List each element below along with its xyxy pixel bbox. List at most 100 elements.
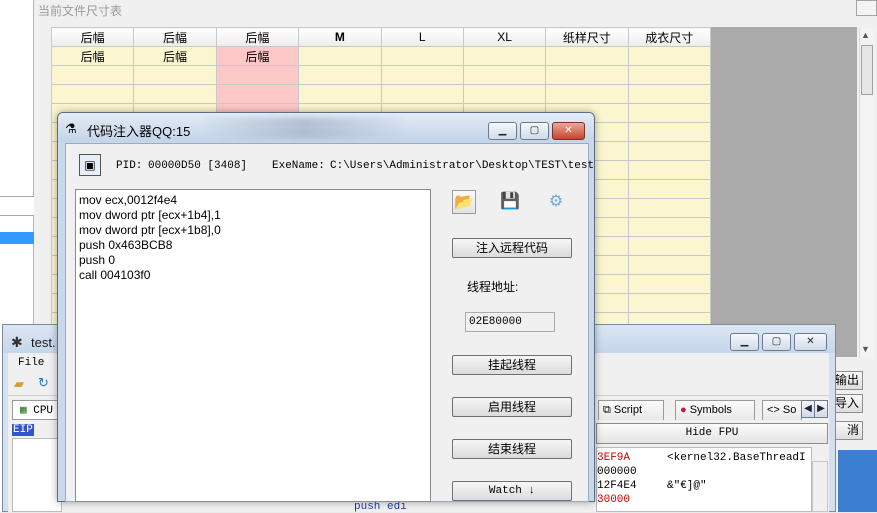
injector-maximize-button[interactable]: ▢ (520, 122, 549, 140)
assembly-code-editor[interactable]: mov ecx,0012f4e4 mov dword ptr [ecx+1b4]… (75, 189, 431, 502)
pid-value: 00000D50 [3408] (148, 160, 248, 172)
grid-empty-area (711, 27, 857, 357)
grid-cell[interactable] (133, 84, 217, 104)
cpu-icon: ▦ (20, 405, 27, 417)
grid-cell[interactable] (215, 84, 300, 104)
grid-cell[interactable] (545, 46, 629, 66)
grid-cell[interactable] (627, 65, 712, 85)
disassembly-pane[interactable] (12, 438, 62, 512)
open-folder-icon[interactable]: 📂 (452, 190, 476, 214)
grid-header-cell[interactable]: M (298, 27, 382, 47)
scroll-up-arrow-icon[interactable]: ▲ (861, 30, 870, 40)
exe-name-label: ExeName: (272, 160, 325, 172)
grid-cell[interactable]: 后幅 (50, 46, 135, 66)
grid-cell[interactable] (133, 65, 217, 85)
grid-cell[interactable] (627, 141, 712, 161)
grid-cell[interactable] (627, 198, 712, 218)
grid-cell[interactable] (627, 236, 712, 256)
grid-cell[interactable] (545, 84, 629, 104)
exe-name-value: C:\Users\Administrator\Desktop\TEST\test (330, 160, 595, 172)
injector-close-button[interactable]: ✕ (552, 122, 585, 140)
grid-cell[interactable] (50, 84, 135, 104)
grid-header-cell[interactable]: 后幅 (133, 27, 217, 47)
grid-header-cell[interactable]: 后幅 (50, 27, 135, 47)
watch-button[interactable]: Watch ↓ (452, 481, 572, 501)
bg-close-button[interactable] (856, 0, 877, 16)
grid-cell[interactable] (627, 274, 712, 294)
tab-cpu-label: CPU (33, 405, 54, 417)
open-folder-icon[interactable]: ▰ (14, 376, 24, 392)
grid-cell[interactable] (627, 217, 712, 237)
grid-cell[interactable] (627, 255, 712, 275)
injector-minimize-button[interactable]: ▁ (488, 122, 517, 140)
grid-cell[interactable] (380, 84, 464, 104)
register-value: 30000 (597, 494, 631, 506)
disassembly-line[interactable]: push edi (354, 501, 407, 513)
grid-cell[interactable] (627, 103, 712, 123)
restart-icon[interactable]: ↻ (38, 375, 49, 391)
grid-cell[interactable] (627, 84, 712, 104)
redacted-area (205, 117, 405, 139)
grid-cell[interactable] (627, 46, 712, 66)
thread-address-field[interactable]: 02E80000 (465, 312, 555, 332)
gear-icon[interactable]: ⚙ (544, 190, 568, 214)
grid-cell[interactable]: 后幅 (215, 46, 300, 66)
grid-cell[interactable]: 后幅 (133, 46, 217, 66)
thread-address-label: 线程地址: (467, 280, 519, 294)
process-select-icon[interactable]: ▣ (79, 154, 101, 176)
grid-cell[interactable] (215, 65, 300, 85)
grid-header-cell[interactable]: XL (462, 27, 547, 47)
tab-symbols[interactable]: ● Symbols (675, 400, 755, 420)
end-thread-button[interactable]: 结束线程 (452, 439, 572, 459)
resume-thread-button[interactable]: 启用线程 (452, 397, 572, 417)
scroll-down-arrow-icon[interactable]: ▼ (861, 344, 870, 354)
grid-cell[interactable] (298, 46, 382, 66)
register-value: 3EF9A (597, 452, 631, 464)
size-table-title: 当前文件尺寸表 (38, 4, 123, 18)
grid-cell[interactable] (545, 65, 629, 85)
grid-header-cell[interactable]: 后幅 (215, 27, 300, 47)
grid-header-cell[interactable]: L (380, 27, 464, 47)
scroll-thumb[interactable] (861, 45, 873, 95)
tab-script[interactable]: ⧉ Script (598, 400, 664, 420)
symbols-icon: ● (680, 404, 687, 416)
tab-source[interactable]: <> So (762, 400, 802, 420)
grid-cell[interactable] (627, 293, 712, 313)
grid-cell[interactable] (298, 65, 382, 85)
grid-header-cell[interactable]: 纸样尺寸 (545, 27, 629, 47)
hide-fpu-button[interactable]: Hide FPU (596, 423, 828, 444)
left-window-field[interactable] (0, 196, 34, 216)
grid-cell[interactable] (627, 122, 712, 142)
tab-scroll-right-button[interactable]: ▶ (814, 400, 828, 418)
grid-cell[interactable] (627, 160, 712, 180)
grid-cell[interactable] (50, 65, 135, 85)
registers-pane[interactable]: 3EF9A <kernel32.BaseThreadI 000000 12F4E… (596, 447, 812, 512)
grid-cell[interactable] (380, 65, 464, 85)
debugger-close-button[interactable]: ✕ (794, 333, 827, 351)
grid-cell[interactable] (627, 179, 712, 199)
inject-remote-code-button[interactable]: 注入远程代码 (452, 238, 572, 258)
bug-icon: ✱ (11, 334, 23, 350)
eip-label: EIP (12, 424, 34, 436)
debugger-minimize-button[interactable]: ▁ (730, 333, 759, 351)
grid-cell[interactable] (462, 84, 547, 104)
suspend-thread-button[interactable]: 挂起线程 (452, 355, 572, 375)
register-comment: &"€]@" (667, 480, 707, 492)
grid-cell[interactable] (380, 46, 464, 66)
left-window-selected-row[interactable] (0, 232, 34, 244)
debugger-maximize-button[interactable]: ▢ (762, 333, 791, 351)
grid-header-cell[interactable]: 成衣尺寸 (627, 27, 712, 47)
register-comment: <kernel32.BaseThreadI (667, 452, 806, 464)
menu-file[interactable]: File (18, 357, 44, 369)
tab-source-label: So (782, 404, 797, 416)
code-icon: <> (767, 404, 780, 416)
grid-cell[interactable] (462, 65, 547, 85)
desktop-background (838, 450, 877, 512)
tab-symbols-label: Symbols (689, 404, 732, 416)
tab-scroll-left-button[interactable]: ◀ (801, 400, 815, 418)
save-icon[interactable]: 💾 (498, 190, 522, 214)
tab-cpu[interactable]: ▦ CPU (12, 400, 58, 420)
grid-cell[interactable] (462, 46, 547, 66)
registers-scrollbar[interactable] (812, 461, 828, 512)
grid-cell[interactable] (298, 84, 382, 104)
